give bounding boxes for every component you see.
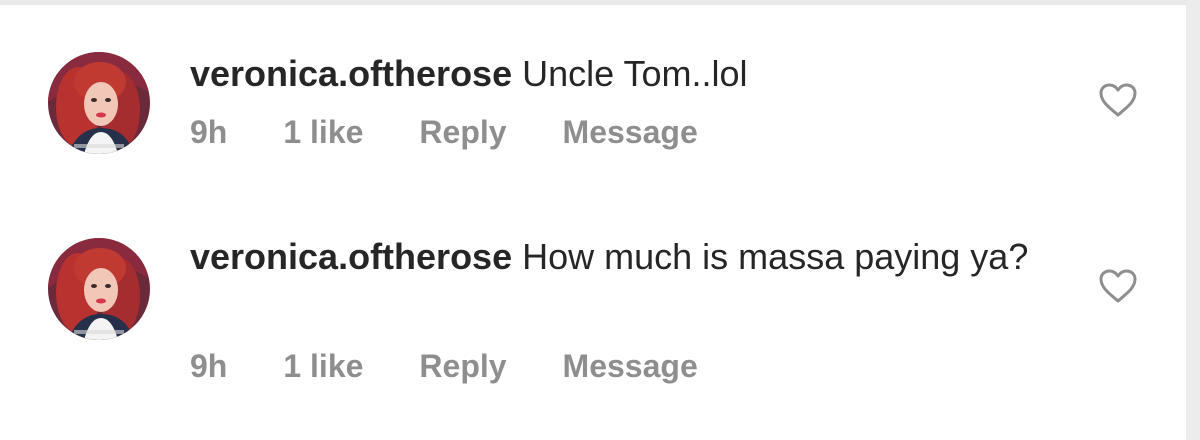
avatar[interactable] [48, 52, 150, 154]
comment-username[interactable]: veronica.oftherose [190, 53, 512, 94]
scrollbar-track[interactable] [1186, 0, 1200, 440]
comment-likes-count[interactable]: 1 like [283, 348, 363, 385]
comment-text: veronica.oftherose How much is massa pay… [190, 236, 1070, 278]
comment-body: Uncle Tom..lol [522, 53, 748, 94]
avatar[interactable] [48, 238, 150, 340]
comment-timestamp: 9h [190, 114, 228, 150]
comment-likes-count[interactable]: 1 like [283, 114, 363, 151]
comment-item: veronica.oftherose How much is massa pay… [0, 200, 1186, 440]
avatar-photo [48, 238, 150, 340]
comment-username[interactable]: veronica.oftherose [190, 236, 512, 277]
heart-outline-icon[interactable] [1098, 268, 1138, 304]
reply-button[interactable]: Reply [419, 114, 506, 151]
heart-outline-icon[interactable] [1098, 82, 1138, 118]
message-button[interactable]: Message [563, 114, 698, 151]
comment-actions: 9h 1 like Reply Message [190, 114, 754, 151]
comment-text: veronica.oftherose Uncle Tom..lol [190, 53, 1070, 95]
comment-item: veronica.oftherose Uncle Tom..lol 9h 1 li… [0, 0, 1186, 200]
comment-timestamp: 9h [190, 348, 228, 384]
message-button[interactable]: Message [563, 348, 698, 385]
reply-button[interactable]: Reply [419, 348, 506, 385]
comment-actions: 9h 1 like Reply Message [190, 348, 754, 385]
comment-body: How much is massa paying ya? [522, 236, 1029, 277]
avatar-photo [48, 52, 150, 154]
